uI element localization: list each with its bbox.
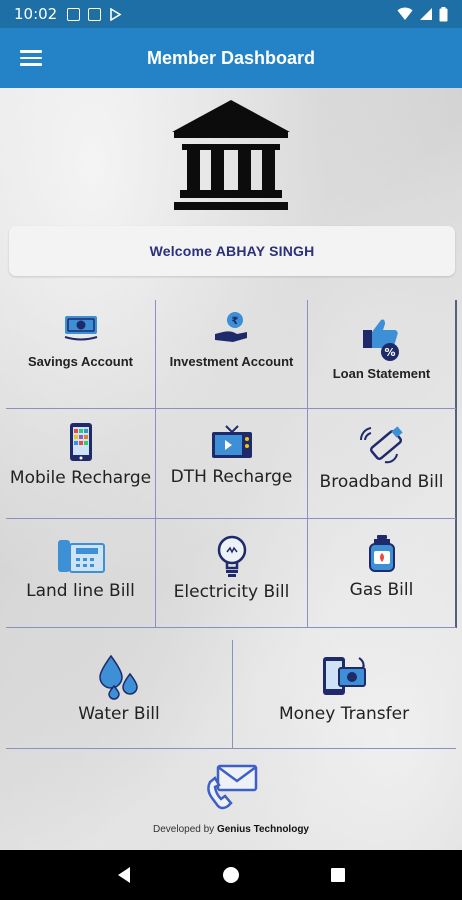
landline-bill-tile[interactable]: Land line Bill [6, 536, 155, 601]
tile-label: Investment Account [169, 354, 294, 369]
investment-account-tile[interactable]: ₹ Investment Account [156, 310, 307, 369]
system-nav-bar [0, 850, 462, 900]
money-transfer-tile[interactable]: Money Transfer [233, 654, 455, 724]
tile-label: Gas Bill [349, 580, 414, 600]
tile-label: Electricity Bill [173, 582, 290, 602]
dth-icon [211, 425, 252, 458]
hamburger-icon-line [20, 56, 42, 60]
tile-label: DTH Recharge [170, 467, 293, 487]
developer-name: Genius Technology [216, 824, 309, 835]
bank-icon [172, 100, 290, 210]
contact-mail-icon[interactable] [204, 764, 260, 810]
investment-icon: ₹ [214, 312, 247, 342]
water-icon [99, 654, 138, 700]
page-title: Member Dashboard [146, 47, 316, 68]
grid-divider [455, 300, 457, 628]
menu-button[interactable] [0, 28, 62, 88]
grid-divider [6, 408, 456, 409]
dashboard-content: Welcome ABHAY SINGH Savings Account ₹ In… [0, 88, 462, 850]
developer-credit: Developed by Genius Technology [0, 824, 462, 835]
bulb-icon [217, 535, 246, 577]
hamburger-icon-line [20, 50, 42, 53]
welcome-text: Welcome ABHAY SINGH [149, 243, 315, 259]
tile-label: Water Bill [78, 704, 160, 724]
mobile-icon [69, 423, 92, 461]
notification-a-icon [67, 7, 81, 21]
loan-statement-tile[interactable]: % Loan Statement [308, 314, 455, 381]
tile-label: Loan Statement [332, 366, 431, 381]
play-store-icon [110, 7, 122, 21]
tile-label: Broadband Bill [319, 472, 444, 492]
home-icon [222, 867, 239, 883]
grid-divider [6, 627, 456, 628]
dth-recharge-tile[interactable]: DTH Recharge [156, 424, 307, 487]
water-bill-tile[interactable]: Water Bill [6, 654, 232, 724]
battery-icon [439, 6, 448, 21]
landline-icon [57, 540, 105, 573]
grid-divider [6, 748, 456, 749]
welcome-card: Welcome ABHAY SINGH [9, 226, 455, 276]
hamburger-icon-line [20, 63, 42, 66]
tile-label: Land line Bill [26, 581, 135, 601]
grid-divider [6, 518, 456, 519]
signal-icon [420, 8, 432, 20]
broadband-bill-tile[interactable]: Broadband Bill [308, 424, 455, 492]
back-button[interactable] [104, 855, 144, 895]
tile-label: Mobile Recharge [9, 468, 152, 488]
svg-text:%: % [384, 346, 395, 359]
mobile-recharge-tile[interactable]: Mobile Recharge [6, 422, 155, 488]
broadband-icon [359, 426, 403, 464]
savings-account-tile[interactable]: Savings Account [6, 310, 155, 369]
loan-icon: % [362, 319, 399, 361]
savings-icon [64, 316, 97, 341]
app-bar: Member Dashboard [0, 28, 462, 88]
status-time: 10:02 [14, 5, 58, 23]
back-icon [117, 867, 130, 883]
tile-label: Money Transfer [278, 704, 410, 724]
svg-text:₹: ₹ [231, 316, 238, 327]
money-transfer-icon [323, 657, 366, 695]
gas-bill-tile[interactable]: Gas Bill [308, 534, 455, 600]
recents-icon [331, 868, 346, 882]
home-button[interactable] [211, 855, 251, 895]
tile-label: Savings Account [28, 354, 133, 369]
electricity-bill-tile[interactable]: Electricity Bill [156, 534, 307, 602]
status-bar: 10:02 [0, 0, 462, 28]
recents-button[interactable] [318, 855, 358, 895]
wifi-icon [397, 7, 413, 20]
developed-by-label: Developed by [153, 824, 215, 835]
gas-icon [368, 535, 395, 572]
image-notification-icon [88, 7, 102, 21]
